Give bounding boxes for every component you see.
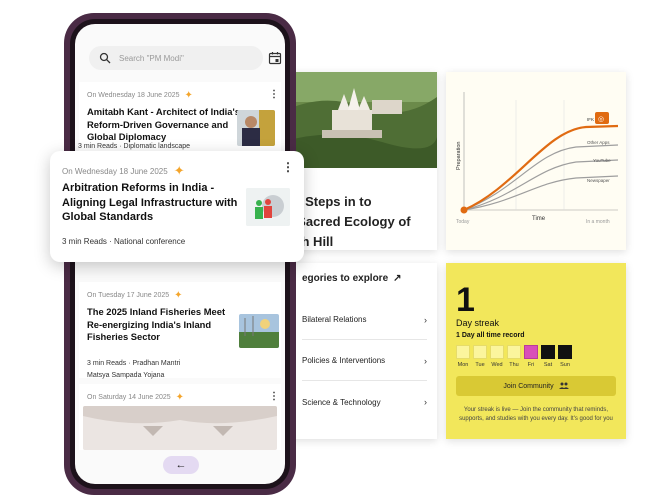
more-options-icon[interactable]: ⋮ bbox=[282, 160, 294, 174]
highlighted-feed-card[interactable]: On Wednesday 18 June 2025 ✦ ⋮ Arbitration… bbox=[50, 151, 304, 262]
chevron-right-icon: › bbox=[424, 397, 427, 407]
y-axis-label: Preparation bbox=[456, 142, 462, 170]
streak-day: Wed bbox=[490, 345, 504, 368]
feed-thumbnail bbox=[239, 314, 279, 348]
streak-day: Sun bbox=[558, 345, 572, 368]
streak-day: Fri bbox=[524, 345, 538, 368]
preparation-graph: ◎ IFK Other Apps YouTube Newspaper Prepa… bbox=[456, 92, 619, 225]
calendar-icon[interactable] bbox=[268, 51, 282, 65]
feed-date: On Tuesday 17 June 2025 ✦ bbox=[87, 290, 183, 301]
feed-card[interactable]: On Saturday 14 June 2025 ✦ ⋮ bbox=[79, 384, 281, 450]
streak-card: 1 Day streak 1 Day all time record Mon T… bbox=[446, 263, 626, 439]
back-button[interactable]: ← bbox=[163, 456, 199, 474]
feed-date: On Saturday 14 June 2025 ✦ bbox=[87, 392, 185, 403]
sparkle-icon: ✦ bbox=[173, 163, 185, 178]
search-bar[interactable] bbox=[89, 46, 263, 70]
x-axis-label: Time bbox=[532, 216, 546, 222]
feed-title: The 2025 Inland Fisheries Meet Re-energi… bbox=[87, 306, 226, 343]
streak-day: Thu bbox=[507, 345, 521, 368]
end-label: In a month bbox=[586, 219, 610, 225]
sparkle-icon: ✦ bbox=[175, 392, 185, 403]
sparkle-icon: ✦ bbox=[174, 290, 183, 301]
feed-card[interactable]: On Tuesday 17 June 2025 ✦ The 2025 Inland… bbox=[79, 282, 281, 379]
feed-info: 3 min Reads · Pradhan Mantri Matsya Samp… bbox=[87, 360, 181, 379]
category-bilateral-relations[interactable]: Bilateral Relations › bbox=[302, 300, 427, 340]
feed-info: 3 min Reads · National conference bbox=[62, 237, 186, 246]
feed-date: On Wednesday 18 June 2025 ✦ bbox=[87, 90, 193, 101]
series-label-youtube: YouTube bbox=[593, 158, 611, 163]
category-science-technology[interactable]: Science & Technology › bbox=[302, 382, 427, 422]
feed-date: On Wednesday 18 June 2025 ✦ bbox=[62, 163, 185, 178]
feed-title: Amitabh Kant - Architect of India's Refo… bbox=[87, 106, 240, 143]
more-options-icon[interactable]: ⋮ bbox=[269, 391, 279, 402]
search-icon bbox=[99, 52, 111, 64]
streak-record: 1 Day all time record bbox=[456, 332, 525, 339]
search-input[interactable] bbox=[119, 53, 249, 63]
chevron-right-icon: › bbox=[424, 355, 427, 366]
svg-text:◎: ◎ bbox=[598, 116, 604, 123]
feed-thumbnail bbox=[83, 406, 277, 450]
feed-title: Arbitration Reforms in India - Aligning … bbox=[62, 182, 238, 223]
chevron-right-icon: › bbox=[424, 314, 427, 325]
category-policies-interventions[interactable]: Policies & Interventions › bbox=[302, 341, 427, 381]
promo-stage: ary Steps in to ct Sacred Ecology of nat… bbox=[0, 0, 648, 503]
streak-day: Tue bbox=[473, 345, 487, 368]
arrow-up-right-icon: ↗ bbox=[393, 273, 402, 284]
feed-thumbnail bbox=[246, 188, 290, 226]
streak-note: Your streak is live — Join the community… bbox=[459, 407, 613, 422]
series-label-ifk: IFK bbox=[587, 117, 594, 122]
feed-thumbnail bbox=[237, 110, 275, 146]
series-label-newspaper: Newspaper bbox=[587, 178, 610, 183]
join-community-button[interactable]: Join Community bbox=[456, 376, 616, 396]
categories-card: egories to explore ↗ Bilateral Relations ›… bbox=[282, 263, 437, 439]
feed-info: 3 min Reads · Diplomatic landscape bbox=[78, 143, 191, 150]
streak-day: Mon bbox=[456, 345, 470, 368]
community-icon bbox=[558, 382, 569, 389]
article-card[interactable]: ary Steps in to ct Sacred Ecology of nat… bbox=[282, 72, 437, 250]
more-options-icon[interactable]: ⋮ bbox=[269, 89, 279, 100]
categories-heading[interactable]: egories to explore ↗ bbox=[302, 273, 402, 284]
arrow-left-icon: ← bbox=[175, 459, 187, 471]
temple-photo bbox=[282, 72, 437, 168]
preparation-graph-card: ◎ IFK Other Apps YouTube Newspaper Prepa… bbox=[446, 72, 626, 250]
series-label-other-apps: Other Apps bbox=[587, 140, 610, 145]
start-label: Today bbox=[456, 219, 470, 225]
article-title: ary Steps in to ct Sacred Ecology of nat… bbox=[282, 194, 411, 249]
streak-count: 1 bbox=[456, 281, 475, 319]
streak-day: Sat bbox=[541, 345, 555, 368]
sparkle-icon: ✦ bbox=[184, 90, 193, 101]
streak-label: Day streak bbox=[456, 318, 500, 328]
